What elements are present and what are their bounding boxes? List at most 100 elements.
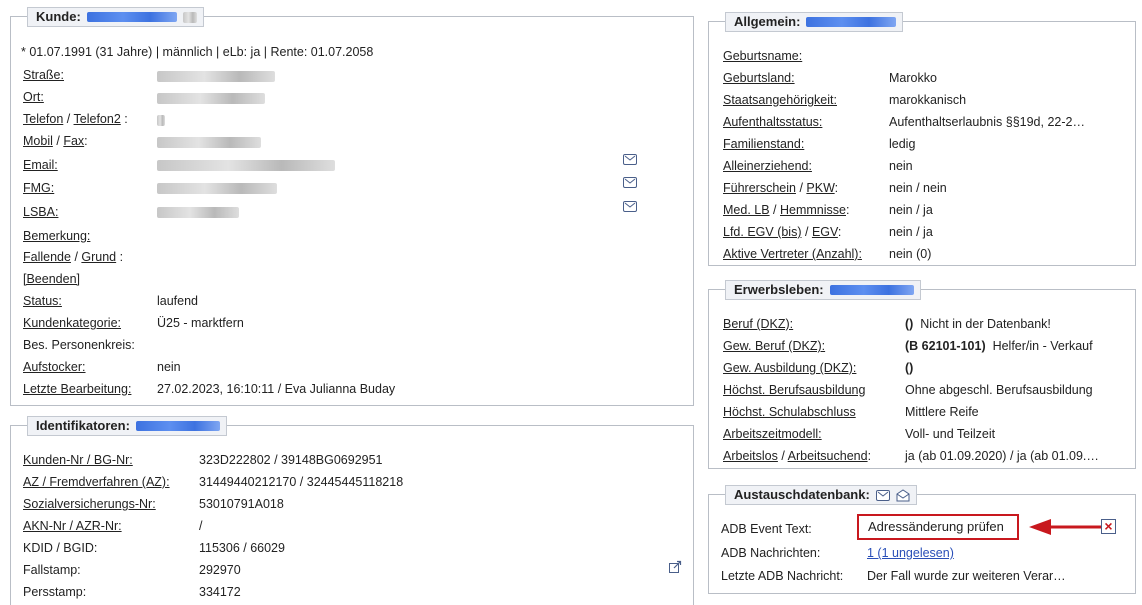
bemerkung-link[interactable]: Bemerkung:	[23, 229, 90, 243]
email-mail-icon[interactable]	[623, 154, 637, 165]
strasse-link[interactable]: Straße:	[23, 68, 64, 82]
grund-link[interactable]: Grund	[81, 250, 116, 264]
med-lb-link[interactable]: Med. LB	[723, 203, 770, 217]
email-link[interactable]: Email:	[23, 158, 58, 172]
adb-nachrichten-label: ADB Nachrichten:	[721, 546, 821, 560]
fax-link[interactable]: Fax	[63, 134, 84, 148]
hemmnisse-link[interactable]: Hemmnisse	[780, 203, 846, 217]
austausch-legend: Austauschdatenbank:	[725, 485, 917, 505]
redacted-strasse	[157, 71, 275, 82]
allgemein-legend: Allgemein:	[725, 12, 904, 32]
status-value: laufend	[157, 294, 199, 308]
adb-nachrichten-link[interactable]: 1 (1 ungelesen)	[867, 546, 954, 560]
adb-open-mail-icon[interactable]	[896, 488, 910, 502]
adb-letzte-value: Der Fall wurde zur weiteren Verar…	[867, 569, 1066, 583]
adb-letzte-label: Letzte ADB Nachricht:	[721, 569, 844, 583]
lfd-egv-value: nein / ja	[889, 225, 933, 239]
status-link[interactable]: Status:	[23, 294, 62, 308]
egv-link[interactable]: EGV	[812, 225, 838, 239]
letzte-bearbeitung-link[interactable]: Letzte Bearbeitung:	[23, 382, 131, 396]
identifikatoren-legend: Identifikatoren:	[27, 416, 227, 436]
kdid-value: 115306 / 66029	[199, 541, 285, 555]
geburtsland-link[interactable]: Geburtsland:	[723, 71, 795, 85]
telefon-link[interactable]: Telefon	[23, 112, 63, 126]
aufenthaltsstatus-value: Aufenthaltserlaubnis §§19d, 22-2…	[889, 115, 1085, 129]
ort-link[interactable]: Ort:	[23, 90, 44, 104]
az-link[interactable]: AZ / Fremdverfahren (AZ):	[23, 475, 170, 489]
familienstand-link[interactable]: Familienstand:	[723, 137, 804, 151]
redacted-allgemein	[806, 17, 897, 27]
fuehrerschein-value: nein / nein	[889, 181, 947, 195]
hoechst-berufsausbildung-link[interactable]: Höchst. Berufsausbildung	[723, 383, 865, 397]
redacted-mobil	[157, 137, 261, 148]
sv-nr-link[interactable]: Sozialversicherungs-Nr:	[23, 497, 156, 511]
beruf-link[interactable]: Beruf (DKZ):	[723, 317, 793, 331]
adb-mail-icon[interactable]	[875, 489, 890, 501]
fallstamp-label: Fallstamp:	[23, 563, 81, 577]
gew-ausbildung-code: ()	[905, 361, 914, 375]
aktive-vertreter-link[interactable]: Aktive Vertreter (Anzahl):	[723, 247, 862, 261]
kunde-summary: * 01.07.1991 (31 Jahre) | männlich | eLb…	[21, 45, 374, 59]
erwerbsleben-legend: Erwerbsleben:	[725, 280, 921, 300]
kunde-panel: Kunde: * 01.07.1991 (31 Jahre) | männlic…	[10, 7, 694, 406]
lfd-egv-link[interactable]: Lfd. EGV (bis)	[723, 225, 802, 239]
mobil-link[interactable]: Mobil	[23, 134, 53, 148]
geburtsland-value: Marokko	[889, 71, 937, 85]
redacted-name	[86, 12, 177, 22]
arbeitsuchend-link[interactable]: Arbeitsuchend	[788, 449, 868, 463]
gew-ausbildung-link[interactable]: Gew. Ausbildung (DKZ):	[723, 361, 856, 375]
erwerbsleben-title: Erwerbsleben:	[734, 282, 824, 297]
beenden-link[interactable]: [Beenden]	[23, 272, 80, 286]
edit-external-icon[interactable]	[668, 560, 682, 574]
adb-event-value: Adressänderung prüfen	[857, 514, 1019, 540]
fallstamp-value: 292970	[199, 563, 241, 577]
arbeitszeitmodell-value: Voll- und Teilzeit	[905, 427, 996, 441]
arbeitslos-value: ja (ab 01.09.2020) / ja (ab 01.09.…	[905, 449, 1099, 463]
austausch-title: Austauschdatenbank:	[734, 487, 870, 502]
gew-beruf-value: Helfer/in - Verkauf	[992, 339, 1093, 353]
redacted-erwerbsleben	[829, 285, 914, 295]
aufenthaltsstatus-link[interactable]: Aufenthaltsstatus:	[723, 115, 822, 129]
telefon2-link[interactable]: Telefon2	[74, 112, 121, 126]
redacted-email	[157, 160, 335, 171]
fallende-link[interactable]: Fallende	[23, 250, 71, 264]
hoechst-berufsausbildung-value: Ohne abgeschl. Berufsausbildung	[905, 383, 1093, 397]
familienstand-value: ledig	[889, 137, 916, 151]
geburtsname-link[interactable]: Geburtsname:	[723, 49, 802, 63]
fmg-mail-icon[interactable]	[623, 177, 637, 188]
arbeitszeitmodell-link[interactable]: Arbeitszeitmodell:	[723, 427, 822, 441]
staatsangehoerigkeit-link[interactable]: Staatsangehörigkeit:	[723, 93, 837, 107]
kdid-label: KDID / BGID:	[23, 541, 98, 555]
gew-beruf-link[interactable]: Gew. Beruf (DKZ):	[723, 339, 825, 353]
persstamp-value: 334172	[199, 585, 241, 599]
lsba-link[interactable]: LSBA:	[23, 205, 58, 219]
hoechst-schulabschluss-value: Mittlere Reife	[905, 405, 979, 419]
allgemein-title: Allgemein:	[734, 14, 801, 29]
redacted-fmg	[157, 183, 277, 194]
beruf-code: ()	[905, 317, 914, 331]
akn-nr-value: /	[199, 519, 203, 533]
aktive-vertreter-value: nein (0)	[889, 247, 932, 261]
close-icon[interactable]: ×	[1101, 519, 1116, 534]
hoechst-schulabschluss-link[interactable]: Höchst. Schulabschluss	[723, 405, 856, 419]
arbeitslos-link[interactable]: Arbeitslos	[723, 449, 778, 463]
kunden-nr-value: 323D222802 / 39148BG0692951	[199, 453, 383, 467]
kundenkategorie-link[interactable]: Kundenkategorie:	[23, 316, 121, 330]
akn-nr-link[interactable]: AKN-Nr / AZR-Nr:	[23, 519, 122, 533]
identifikatoren-title: Identifikatoren:	[36, 418, 130, 433]
kunden-nr-link[interactable]: Kunden-Nr / BG-Nr:	[23, 453, 133, 467]
austausch-panel: Austauschdatenbank: ADB Event Text: Adre…	[708, 485, 1136, 594]
sv-nr-value: 53010791A018	[199, 497, 284, 511]
redacted-lsba	[157, 207, 239, 218]
pkw-link[interactable]: PKW	[806, 181, 834, 195]
lsba-mail-icon[interactable]	[623, 201, 637, 212]
fuehrerschein-link[interactable]: Führerschein	[723, 181, 796, 195]
bes-personenkreis-label: Bes. Personenkreis:	[23, 338, 135, 352]
alleinerziehend-link[interactable]: Alleinerziehend:	[723, 159, 812, 173]
redacted-suffix	[182, 11, 197, 23]
aufstocker-link[interactable]: Aufstocker:	[23, 360, 86, 374]
gew-beruf-code: (B 62101-101)	[905, 339, 986, 353]
fmg-link[interactable]: FMG:	[23, 181, 54, 195]
adb-event-label: ADB Event Text:	[721, 522, 812, 536]
staatsangehoerigkeit-value: marokkanisch	[889, 93, 967, 107]
